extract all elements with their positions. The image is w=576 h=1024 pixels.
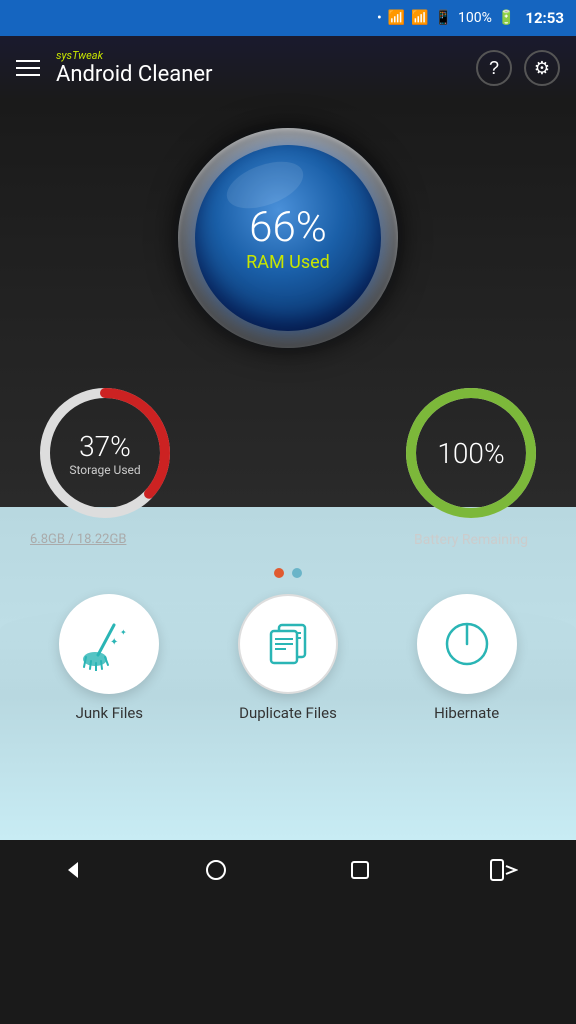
settings-button[interactable]: ⚙	[524, 50, 560, 86]
sim-icon: 📱	[435, 10, 452, 26]
recents-nav-icon[interactable]	[338, 848, 382, 892]
battery-container: 100% Battery Remaining	[396, 378, 546, 548]
page-dot-2	[292, 568, 302, 578]
hibernate-action[interactable]: Hibernate	[417, 594, 517, 722]
page-dots	[274, 568, 302, 578]
storage-detail: 6.8GB / 18.22GB	[30, 532, 126, 547]
ram-percent: 66%	[249, 203, 327, 252]
hibernate-icon	[440, 617, 494, 671]
battery-label: Battery Remaining	[414, 532, 528, 548]
battery-status: 100%	[458, 10, 492, 26]
ram-circle-inner: 66% RAM Used	[195, 145, 381, 331]
wifi-icon: 📶	[411, 10, 428, 26]
page-dot-1	[274, 568, 284, 578]
broom-icon: ✦ ✦	[82, 617, 136, 671]
storage-container: 37% Storage Used 6.8GB / 18.22GB	[30, 378, 180, 547]
app-brand: sysTweak	[56, 49, 460, 62]
top-actions: ? ⚙	[476, 50, 560, 86]
storage-percent: 37%	[69, 430, 140, 463]
battery-donut: 100%	[396, 378, 546, 528]
brand-sys: sys	[56, 49, 72, 62]
help-button[interactable]: ?	[476, 50, 512, 86]
status-time: 12:53	[525, 9, 564, 27]
svg-text:✦: ✦	[120, 628, 127, 637]
ram-label: RAM Used	[246, 252, 330, 273]
ram-circle-outer: 66% RAM Used	[178, 128, 398, 348]
storage-text: 37% Storage Used	[69, 430, 140, 477]
junk-files-circle: ✦ ✦	[59, 594, 159, 694]
battery-text: 100%	[437, 437, 504, 470]
main-content: 66% RAM Used 37% Storage Used 6.8GB / 18…	[0, 100, 576, 840]
app-title-container: sysTweak Android Cleaner	[56, 49, 460, 87]
top-bar: sysTweak Android Cleaner ? ⚙	[0, 36, 576, 100]
back-nav-icon[interactable]	[50, 848, 94, 892]
signal-icon: 📶	[388, 10, 405, 26]
battery-percent: 100%	[437, 437, 504, 470]
action-buttons: ✦ ✦ Junk Files	[0, 594, 576, 722]
duplicate-files-circle	[238, 594, 338, 694]
nav-bar	[0, 840, 576, 900]
ram-circle-container: 66% RAM Used	[178, 128, 398, 348]
junk-files-label: Junk Files	[76, 704, 143, 722]
stats-row: 37% Storage Used 6.8GB / 18.22GB 100% Ba…	[0, 378, 576, 548]
bluetooth-icon: •	[377, 10, 382, 26]
status-bar: • 📶 📶 📱 100% 🔋 12:53	[0, 0, 576, 36]
hibernate-label: Hibernate	[434, 704, 499, 722]
hibernate-circle	[417, 594, 517, 694]
storage-donut: 37% Storage Used	[30, 378, 180, 528]
app-title: Android Cleaner	[56, 62, 460, 87]
battery-icon: 🔋	[498, 10, 515, 26]
shortcut-nav-icon[interactable]	[482, 848, 526, 892]
svg-text:✦: ✦	[110, 637, 118, 648]
duplicate-files-action[interactable]: Duplicate Files	[238, 594, 338, 722]
hamburger-menu-icon[interactable]	[16, 60, 40, 76]
storage-label: Storage Used	[69, 463, 140, 477]
home-nav-icon[interactable]	[194, 848, 238, 892]
brand-tweak: Tweak	[72, 49, 103, 62]
junk-files-action[interactable]: ✦ ✦ Junk Files	[59, 594, 159, 722]
duplicate-files-label: Duplicate Files	[239, 704, 337, 722]
duplicate-icon	[261, 617, 315, 671]
